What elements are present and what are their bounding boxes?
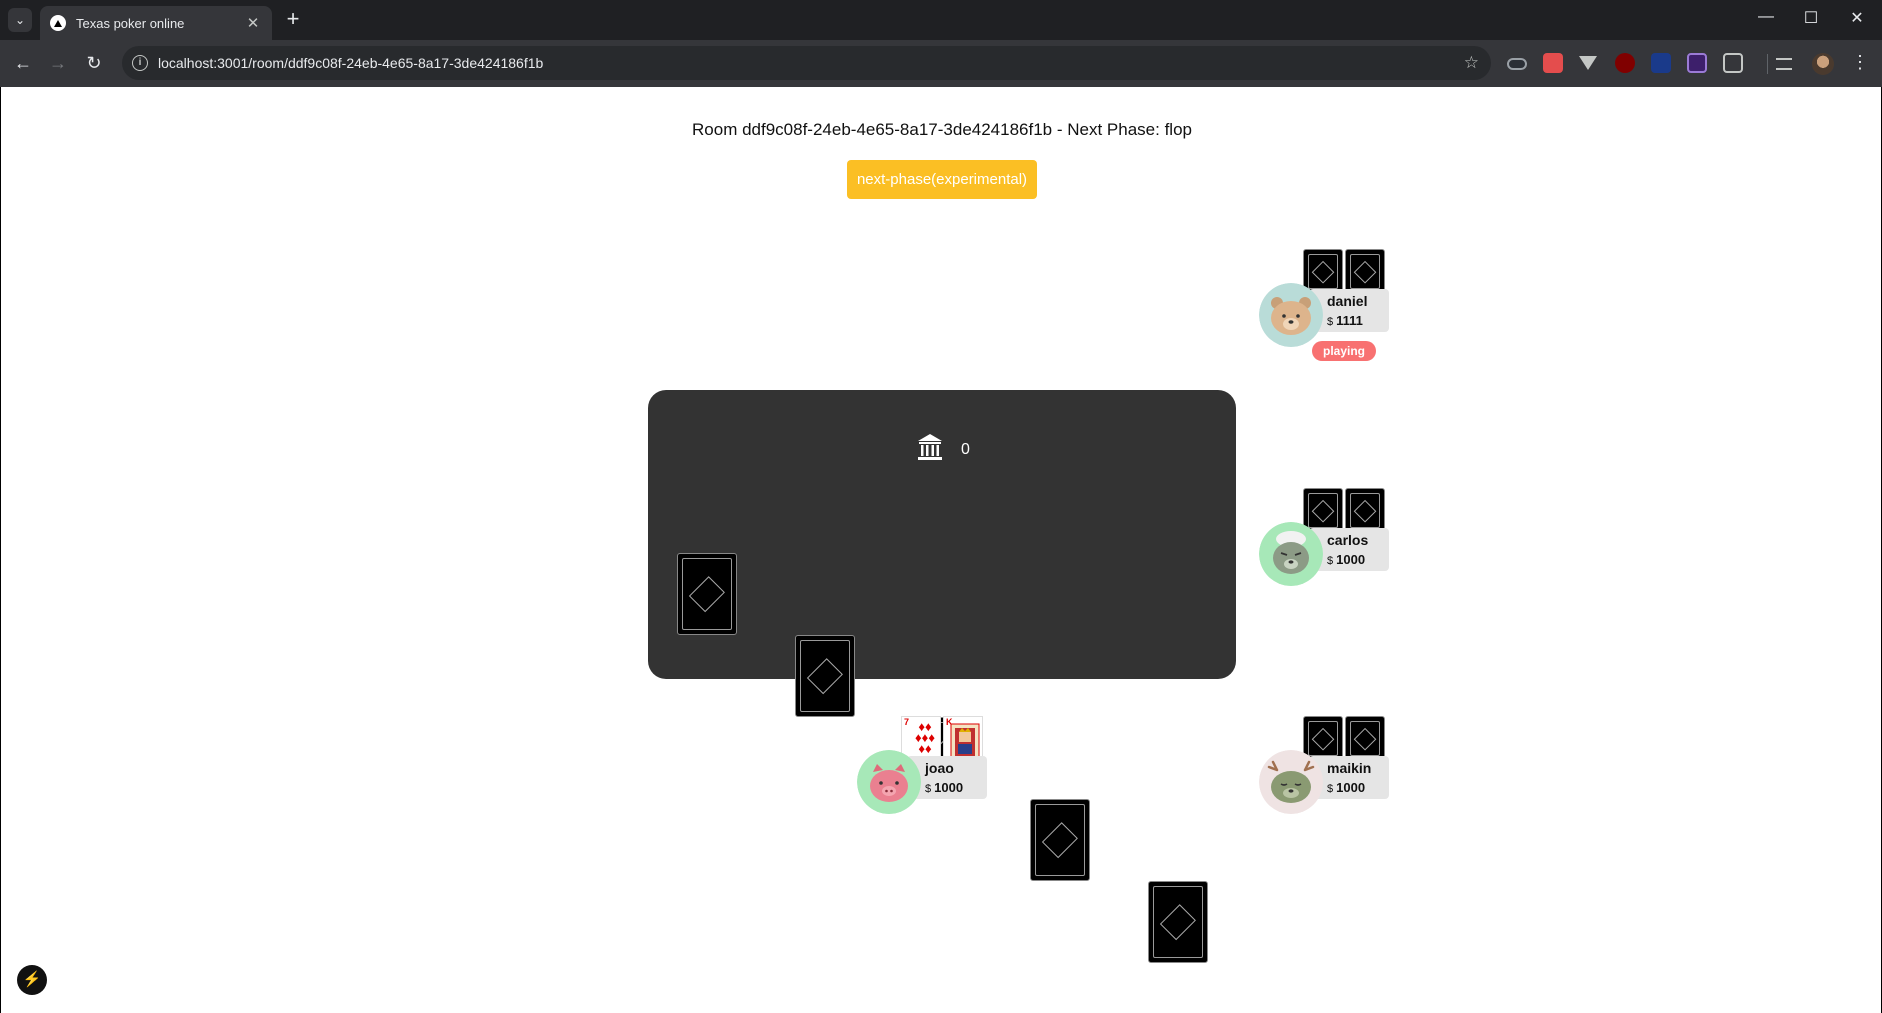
extension-v-icon[interactable] — [1579, 56, 1597, 70]
player-chips: $1000 — [1327, 780, 1365, 795]
hole-card-king-hearts: K — [943, 716, 983, 761]
community-card-4 — [1030, 799, 1090, 881]
player-hole-cards: 7 ♦♦ ♦♦♦ ♦♦ K — [901, 716, 983, 761]
dev-tools-button[interactable]: ⚡ — [17, 965, 47, 995]
player-hole-cards — [1303, 488, 1385, 533]
extension-blue-icon[interactable] — [1651, 53, 1671, 73]
extension-red-icon[interactable] — [1543, 53, 1563, 73]
deer-avatar — [1259, 750, 1323, 814]
tab-search-button[interactable]: ⌄ — [8, 8, 32, 32]
url-text[interactable]: localhost:3001/room/ddf9c08f-24eb-4e65-8… — [158, 55, 543, 71]
arrow-left-icon: ← — [14, 53, 32, 73]
media-control-icon[interactable] — [1776, 58, 1792, 70]
extension-glasses-icon[interactable] — [1507, 58, 1527, 70]
minimize-button[interactable]: — — [1754, 8, 1778, 26]
extension-purple-icon[interactable] — [1687, 53, 1707, 73]
player-name: joao — [925, 760, 954, 776]
hole-card-2 — [1345, 716, 1385, 761]
browser-chrome: ⌄ Texas poker online ✕ + — ☐ ✕ ← → ↻ i l… — [0, 0, 1882, 87]
player-chips: $1111 — [1327, 313, 1363, 328]
diamond-icon: ♦♦ ♦♦♦ ♦♦ — [915, 719, 935, 756]
reload-icon: ↻ — [86, 53, 102, 73]
hole-card-2 — [1345, 488, 1385, 533]
currency-symbol: $ — [1327, 555, 1334, 567]
reload-button[interactable]: ↻ — [82, 52, 106, 76]
player-seat-carlos: carlos $1000 — [1259, 488, 1399, 598]
maximize-button[interactable]: ☐ — [1799, 8, 1823, 28]
sheep-avatar — [1259, 522, 1323, 586]
chevron-down-icon: ⌄ — [14, 13, 26, 27]
status-badge: playing — [1312, 341, 1376, 361]
chips-amount: 1000 — [1336, 780, 1366, 795]
plus-icon: + — [286, 6, 300, 31]
chips-amount: 1000 — [1336, 552, 1366, 567]
star-icon[interactable]: ☆ — [1464, 53, 1479, 73]
extension-ublock-icon[interactable] — [1615, 53, 1635, 73]
player-name: maikin — [1327, 760, 1372, 776]
player-chips: $1000 — [925, 780, 963, 795]
pig-avatar — [857, 750, 921, 814]
community-card-2 — [795, 635, 855, 717]
player-hole-cards — [1303, 716, 1385, 761]
new-tab-button[interactable]: + — [282, 6, 304, 31]
player-name: carlos — [1327, 532, 1369, 548]
player-seat-joao: 7 ♦♦ ♦♦♦ ♦♦ K joao $1000 — [857, 716, 997, 826]
currency-symbol: $ — [925, 783, 932, 795]
address-bar[interactable]: i localhost:3001/room/ddf9c08f-24eb-4e65… — [122, 46, 1491, 80]
hole-card-1 — [1303, 488, 1343, 533]
tab-title: Texas poker online — [76, 15, 185, 31]
player-hole-cards — [1303, 249, 1385, 294]
back-button[interactable]: ← — [11, 52, 35, 76]
arrow-right-icon: → — [49, 53, 67, 73]
currency-symbol: $ — [1327, 783, 1334, 795]
chips-amount: 1111 — [1336, 313, 1363, 328]
forward-button[interactable]: → — [46, 52, 70, 76]
player-name: daniel — [1327, 293, 1368, 309]
room-title: Room ddf9c08f-24eb-4e65-8a17-3de424186f1… — [692, 120, 1192, 139]
extensions-puzzle-icon[interactable] — [1723, 53, 1743, 73]
community-card-1 — [677, 553, 737, 635]
hole-card-seven-diamonds: 7 ♦♦ ♦♦♦ ♦♦ — [901, 716, 941, 761]
hole-card-1 — [1303, 716, 1343, 761]
player-seat-daniel: daniel $1111 playing — [1259, 249, 1399, 361]
bear-avatar — [1259, 283, 1323, 347]
next-phase-button[interactable]: next-phase(experimental) — [847, 160, 1037, 199]
player-seat-maikin: maikin $1000 — [1259, 716, 1399, 826]
hole-card-1 — [1303, 249, 1343, 294]
close-icon[interactable]: ✕ — [244, 14, 262, 32]
bank-icon — [918, 434, 942, 460]
chips-amount: 1000 — [934, 780, 964, 795]
toolbar-divider — [1767, 54, 1768, 74]
poker-room-page: Room ddf9c08f-24eb-4e65-8a17-3de424186f1… — [0, 87, 1882, 1013]
tab-strip: ⌄ Texas poker online ✕ + — ☐ ✕ — [0, 0, 1882, 40]
hole-card-2 — [1345, 249, 1385, 294]
browser-toolbar: ← → ↻ i localhost:3001/room/ddf9c08f-24e… — [0, 40, 1882, 87]
currency-symbol: $ — [1327, 316, 1334, 328]
pot-amount: 0 — [961, 441, 970, 458]
player-chips: $1000 — [1327, 552, 1365, 567]
poker-table: 0 — [648, 390, 1236, 963]
window-close-button[interactable]: ✕ — [1845, 8, 1869, 28]
community-card-5 — [1148, 881, 1208, 963]
tab-texas-poker[interactable]: Texas poker online ✕ — [40, 6, 272, 40]
more-vert-icon[interactable]: ⋮ — [1850, 52, 1870, 73]
favicon-icon — [50, 15, 66, 31]
card-rank: 7 — [904, 717, 910, 727]
info-icon[interactable]: i — [132, 55, 148, 71]
profile-avatar[interactable] — [1812, 53, 1834, 75]
